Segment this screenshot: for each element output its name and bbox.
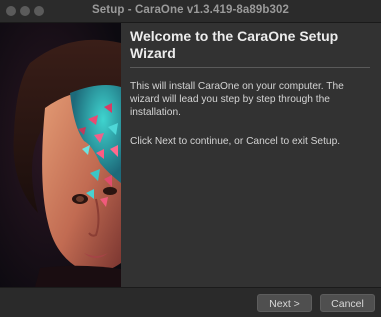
intro-paragraph: This will install CaraOne on your comput… xyxy=(130,81,344,119)
instruction-paragraph: Click Next to continue, or Cancel to exi… xyxy=(130,136,341,147)
cancel-button[interactable]: Cancel xyxy=(320,294,375,312)
button-bar: Next > Cancel xyxy=(0,287,381,317)
wizard-side-image xyxy=(0,23,121,287)
welcome-heading-line1: Welcome to the CaraOne Setup xyxy=(130,28,339,44)
welcome-heading: Welcome to the CaraOne Setup Wizard xyxy=(130,28,375,62)
wizard-content: Welcome to the CaraOne Setup Wizard This… xyxy=(121,23,381,287)
window-title: Setup - CaraOne v1.3.419-8a89b302 xyxy=(92,4,289,16)
title-bar[interactable]: Setup - CaraOne v1.3.419-8a89b302 xyxy=(0,0,381,23)
next-button[interactable]: Next > xyxy=(257,294,312,312)
setup-window: Setup - CaraOne v1.3.419-8a89b302 Welcom… xyxy=(0,0,381,317)
welcome-heading-line2: Wizard xyxy=(130,45,176,61)
heading-divider xyxy=(130,67,370,68)
